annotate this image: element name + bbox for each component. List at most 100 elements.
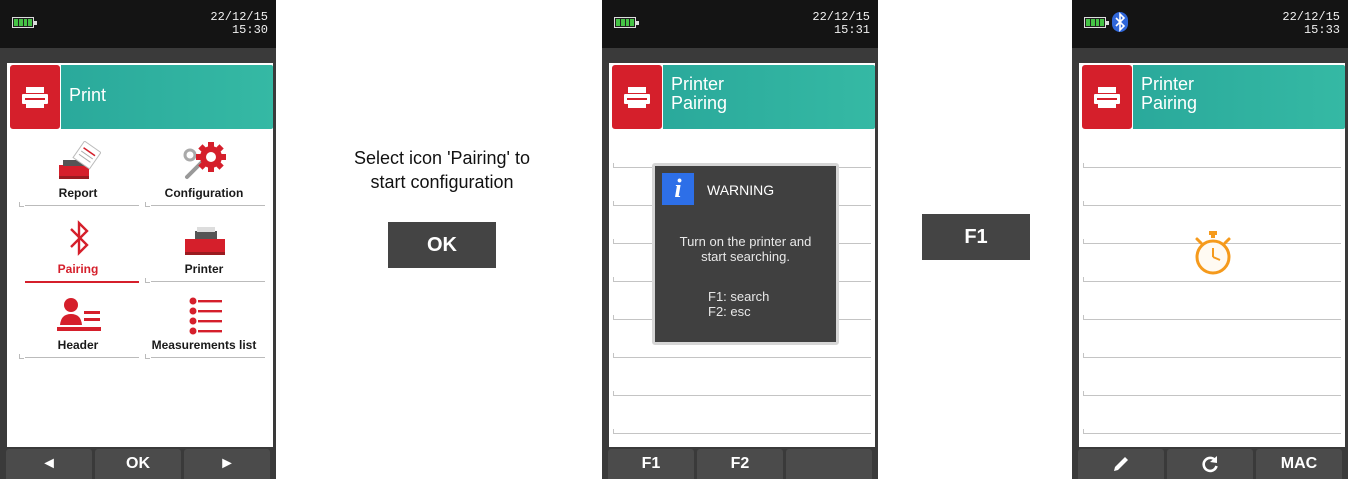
instruction-line-1: Select icon 'Pairing' to xyxy=(354,148,530,168)
dialog-key-hints: F1: search F2: esc xyxy=(708,289,769,319)
menu-item-label: Report xyxy=(58,186,98,200)
dialog-key-hint-search: F1: search xyxy=(708,289,770,304)
printer-header-icon xyxy=(612,65,662,129)
menu-item-header[interactable]: Header xyxy=(17,291,139,361)
menu-item-label: Printer xyxy=(184,262,224,276)
bluetooth-status-icon xyxy=(1112,12,1128,32)
list-line xyxy=(1087,357,1341,358)
status-clock: 22/12/15 15:33 xyxy=(1282,11,1340,37)
status-time: 15:31 xyxy=(833,23,870,37)
status-time: 15:30 xyxy=(231,23,268,37)
instruction-line-2: start configuration xyxy=(370,172,514,192)
header-title-bar: Print xyxy=(61,65,273,129)
header-title-bar: Printer Pairing xyxy=(663,65,875,129)
page-header: Print xyxy=(7,65,273,129)
divider xyxy=(151,205,265,206)
list-line xyxy=(1087,319,1341,320)
softkey-f2[interactable]: F2 xyxy=(697,449,783,479)
list-line xyxy=(1087,433,1341,434)
softkey-bar: MAC xyxy=(1078,449,1342,479)
status-bar: 22/12/15 15:31 xyxy=(602,0,878,48)
f1-key-indicator: F1 xyxy=(922,214,1030,260)
divider xyxy=(151,357,265,358)
pencil-icon xyxy=(1114,457,1128,471)
divider-tick xyxy=(19,202,24,207)
page-header: Printer Pairing xyxy=(1079,65,1345,129)
refresh-icon xyxy=(1202,456,1218,473)
dialog-message-line-2: start searching. xyxy=(701,249,790,264)
divider-tick xyxy=(145,354,150,359)
bluetooth-icon xyxy=(57,217,101,259)
printer-header-icon xyxy=(1082,65,1132,129)
battery-icon xyxy=(614,17,639,28)
list-line xyxy=(1087,395,1341,396)
menu-item-printer[interactable]: Printer xyxy=(143,215,265,285)
list-line xyxy=(1087,281,1341,282)
ok-key-indicator: OK xyxy=(388,222,496,268)
menu-item-measurements-list[interactable]: Measurements list xyxy=(143,291,265,361)
page-title: Printer Pairing xyxy=(1141,75,1197,113)
softkey-bar: ◄ OK ► xyxy=(6,449,270,479)
status-bar: 22/12/15 15:33 xyxy=(1072,0,1348,48)
device-screen-pairing-warning: 22/12/15 15:31 Printer Pairing i WARNING… xyxy=(602,0,878,479)
battery-icon xyxy=(12,17,37,28)
softkey-empty[interactable] xyxy=(786,449,872,479)
page-title-line-1: Printer xyxy=(1141,74,1195,94)
menu-item-report[interactable]: Report xyxy=(17,139,139,209)
header-person-icon xyxy=(57,293,101,335)
softkey-bar: F1 F2 xyxy=(608,449,872,479)
configuration-gear-icon xyxy=(183,141,227,183)
menu-item-configuration[interactable]: Configuration xyxy=(143,139,265,209)
screen-content: Printer Pairing xyxy=(1079,63,1345,447)
status-time: 15:33 xyxy=(1303,23,1340,37)
report-printer-icon xyxy=(57,140,102,183)
status-clock: 22/12/15 15:31 xyxy=(812,11,870,37)
divider xyxy=(151,281,265,282)
divider xyxy=(25,205,139,206)
info-icon: i xyxy=(662,173,694,205)
menu-item-label: Header xyxy=(57,338,99,352)
menu-item-label: Configuration xyxy=(164,186,244,200)
menu-item-pairing[interactable]: Pairing xyxy=(17,215,139,285)
softkey-edit[interactable] xyxy=(1078,449,1164,479)
list-line xyxy=(1087,167,1341,168)
device-screen-pairing-searching: 22/12/15 15:33 Printer Pairing MAC xyxy=(1072,0,1348,479)
stopwatch-icon xyxy=(1191,229,1235,277)
divider-tick xyxy=(19,354,24,359)
dialog-title: WARNING xyxy=(707,182,775,198)
softkey-f1[interactable]: F1 xyxy=(608,449,694,479)
list-line xyxy=(617,395,871,396)
device-screen-print: 22/12/15 15:30 Print Report Configuratio… xyxy=(0,0,276,479)
list-line xyxy=(1087,205,1341,206)
divider-tick xyxy=(145,202,150,207)
softkey-mac[interactable]: MAC xyxy=(1256,449,1342,479)
measurements-list-icon xyxy=(183,293,227,335)
instruction-text: Select icon 'Pairing' to start configura… xyxy=(300,146,584,194)
page-title: Printer Pairing xyxy=(671,75,727,113)
printer-icon xyxy=(183,217,227,259)
softkey-ok[interactable]: OK xyxy=(95,449,181,479)
divider-tick xyxy=(145,278,150,283)
status-bar: 22/12/15 15:30 xyxy=(0,0,276,48)
dialog-message: Turn on the printer and start searching. xyxy=(655,234,836,264)
list-line xyxy=(617,357,871,358)
divider xyxy=(25,357,139,358)
list-line xyxy=(617,433,871,434)
softkey-left[interactable]: ◄ xyxy=(6,449,92,479)
header-title-bar: Printer Pairing xyxy=(1133,65,1345,129)
page-title-line-1: Printer xyxy=(671,74,725,94)
status-clock: 22/12/15 15:30 xyxy=(210,11,268,37)
softkey-right[interactable]: ► xyxy=(184,449,270,479)
warning-dialog: i WARNING Turn on the printer and start … xyxy=(652,163,839,345)
screen-content: Print Report Configuration Pairing Print… xyxy=(7,63,273,447)
screen-content: Printer Pairing i WARNING Turn on the pr… xyxy=(609,63,875,447)
softkey-refresh[interactable] xyxy=(1167,449,1253,479)
page-title-line-2: Pairing xyxy=(1141,93,1198,113)
menu-item-label: Pairing xyxy=(57,262,99,276)
menu-item-label: Measurements list xyxy=(151,338,257,352)
dialog-key-hint-esc: F2: esc xyxy=(708,304,751,319)
dialog-message-line-1: Turn on the printer and xyxy=(679,234,812,249)
page-title-line-2: Pairing xyxy=(671,93,728,113)
battery-icon xyxy=(1084,17,1109,28)
selection-underline xyxy=(25,281,139,283)
